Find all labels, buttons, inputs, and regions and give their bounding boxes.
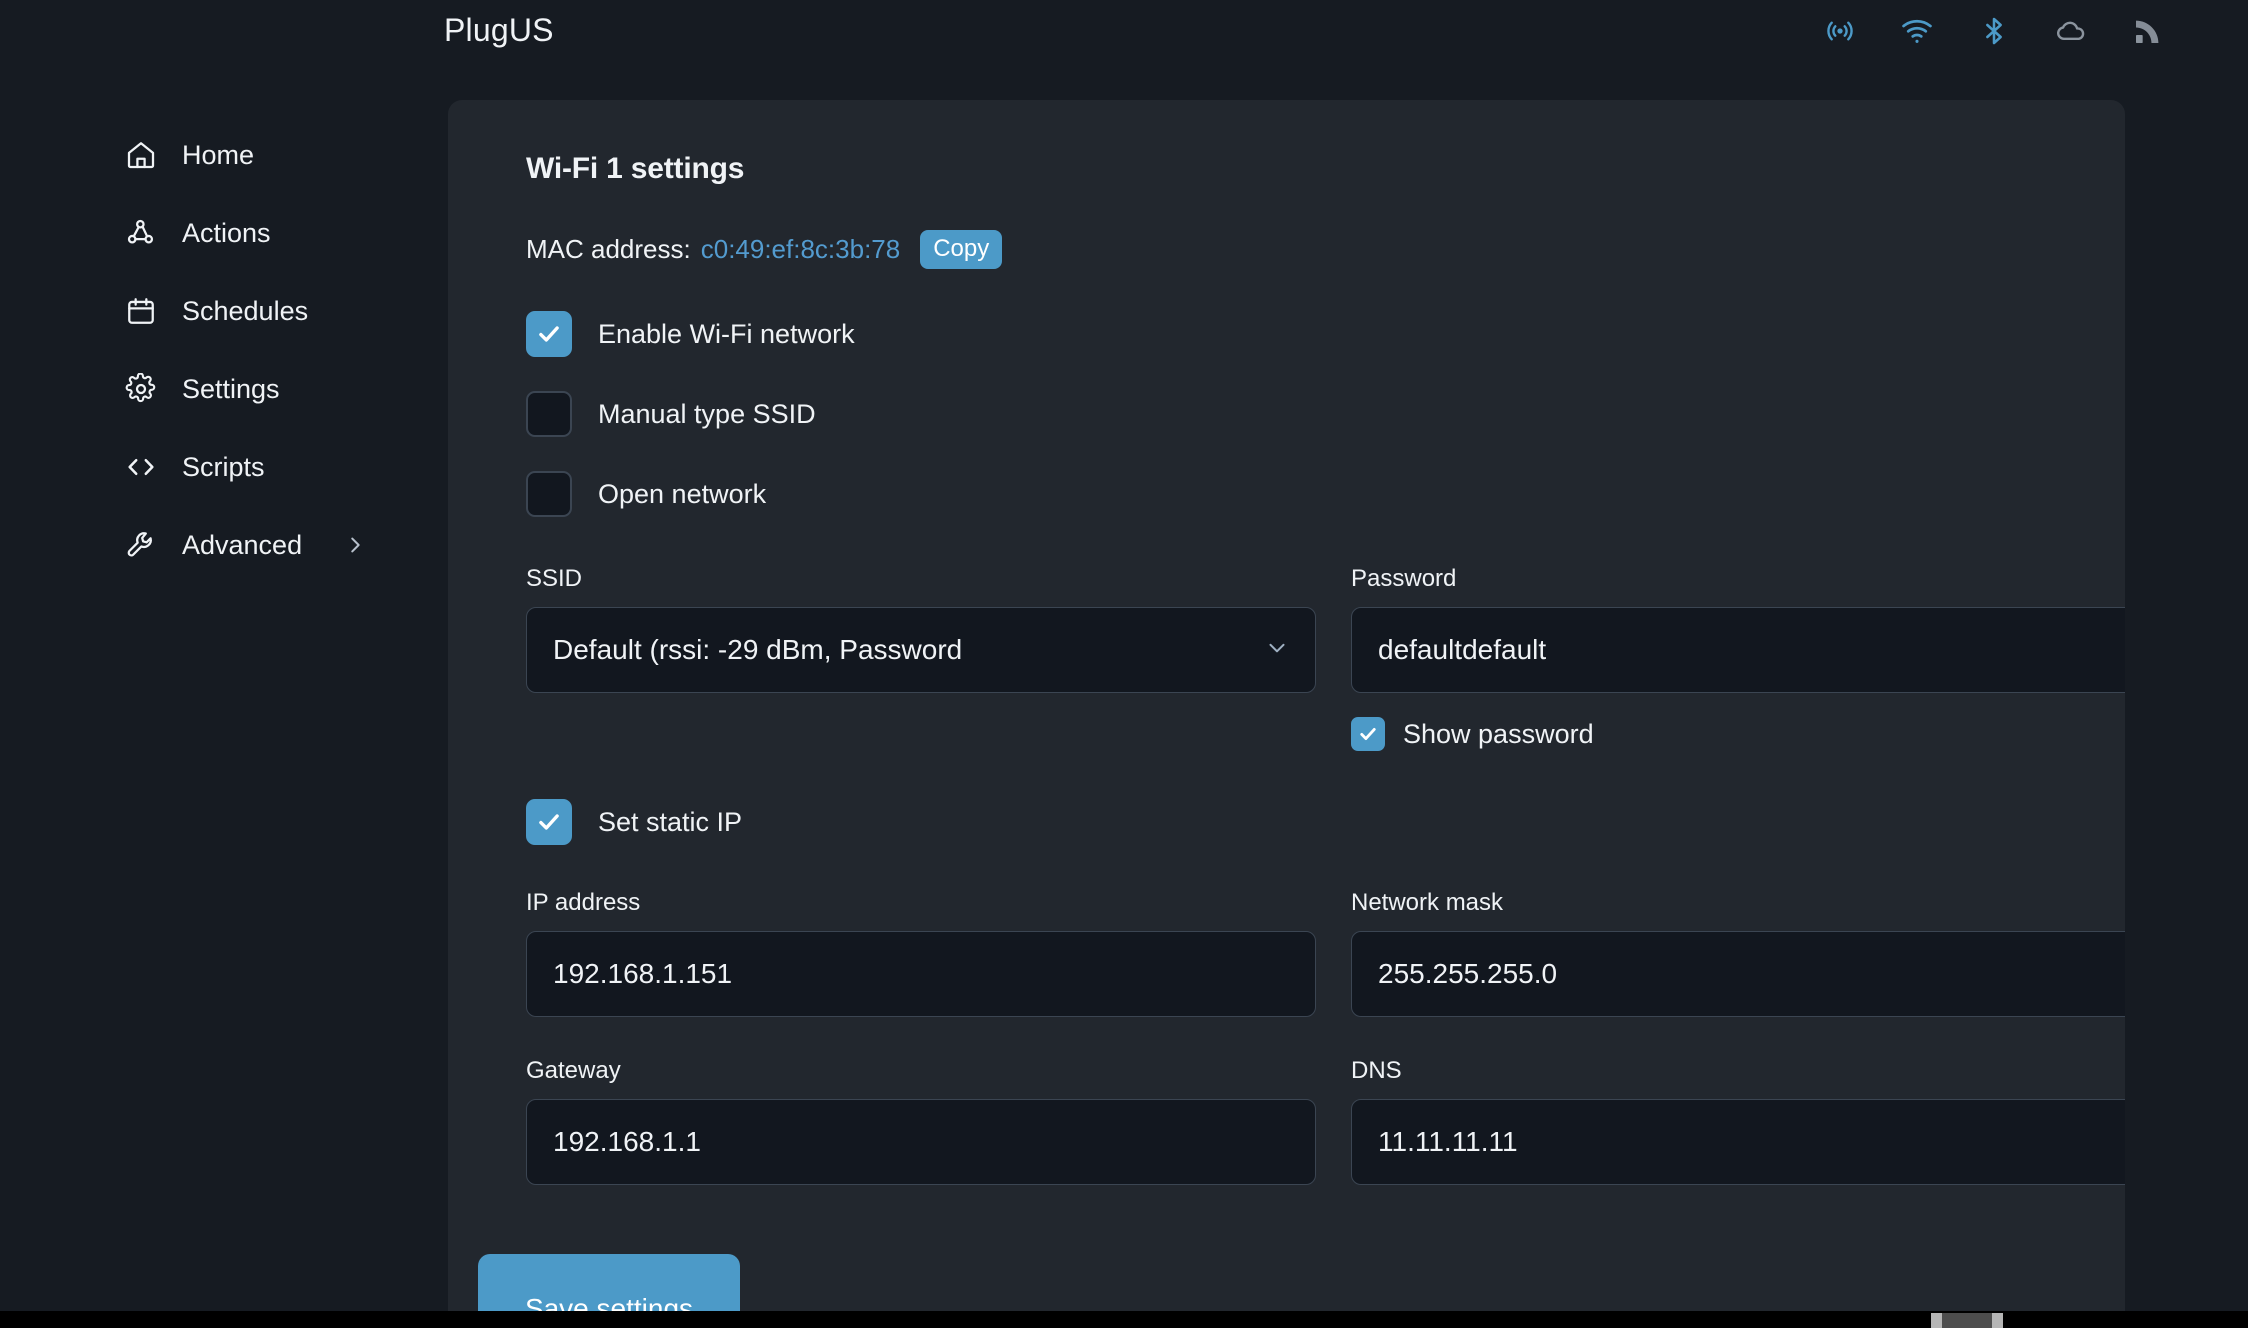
open-network-checkbox[interactable] <box>526 471 572 518</box>
manual-ssid-checkbox[interactable] <box>526 391 572 438</box>
dns-field-group: DNS <box>1351 1057 2125 1186</box>
ip-address-label: IP address <box>526 889 641 917</box>
app-root: PlugUS Home Actions Schedules Settings S… <box>0 0 2248 1328</box>
gateway-field-group: Gateway <box>526 1057 1316 1186</box>
copy-button[interactable]: Copy <box>920 230 1003 270</box>
app-title: PlugUS <box>444 12 554 48</box>
ssid-field-group: SSID Default (rssi: -29 dBm, Password <box>526 565 1316 751</box>
wifi-icon <box>1900 14 1934 53</box>
sidebar-item-label: Home <box>182 139 255 170</box>
actions-webhook-icon <box>124 216 158 250</box>
set-static-ip-checkbox[interactable] <box>526 799 572 846</box>
sidebar-item-schedules[interactable]: Schedules <box>0 272 448 350</box>
sidebar-item-label: Schedules <box>182 295 309 326</box>
rss-icon <box>2132 15 2164 52</box>
code-brackets-icon <box>124 450 158 484</box>
gateway-dns-grid: Gateway DNS <box>526 1057 2125 1186</box>
password-label: Password <box>1351 565 1457 593</box>
sidebar-item-home[interactable]: Home <box>0 116 448 194</box>
network-mask-input[interactable] <box>1351 931 2125 1018</box>
ip-grid: IP address Network mask <box>526 889 2125 1018</box>
sidebar-item-advanced[interactable]: Advanced <box>0 506 448 584</box>
ip-address-field-group: IP address <box>526 889 1316 1018</box>
mac-address-value: c0:49:ef:8c:3b:78 <box>700 234 901 265</box>
set-static-ip-label: Set static IP <box>598 806 743 837</box>
open-network-label: Open network <box>598 478 767 509</box>
dns-label: DNS <box>1351 1057 1402 1085</box>
chevron-right-icon <box>344 534 366 556</box>
enable-wifi-checkbox[interactable] <box>526 311 572 358</box>
network-mask-field-group: Network mask <box>1351 889 2125 1018</box>
open-network-checkbox-row[interactable]: Open network <box>526 471 2069 518</box>
show-password-label: Show password <box>1403 718 1594 749</box>
dns-input[interactable] <box>1351 1099 2125 1186</box>
ssid-select-wrapper[interactable]: Default (rssi: -29 dBm, Password <box>526 607 1316 694</box>
calendar-icon <box>124 294 158 328</box>
show-password-checkbox[interactable] <box>1351 717 1385 752</box>
ssid-select[interactable]: Default (rssi: -29 dBm, Password <box>526 607 1316 694</box>
bluetooth-icon <box>1978 15 2010 52</box>
home-icon <box>124 138 158 172</box>
sidebar-item-label: Settings <box>182 373 280 404</box>
sidebar-item-settings[interactable]: Settings <box>0 350 448 428</box>
network-mask-label: Network mask <box>1351 889 1504 917</box>
sidebar-item-label: Actions <box>182 217 271 248</box>
sidebar-item-label: Advanced <box>182 529 303 560</box>
enable-wifi-checkbox-row[interactable]: Enable Wi-Fi network <box>526 311 2069 358</box>
gateway-input[interactable] <box>526 1099 1316 1186</box>
sidebar-item-scripts[interactable]: Scripts <box>0 428 448 506</box>
page-title: Wi-Fi 1 settings <box>526 152 745 185</box>
broadcast-icon <box>1824 15 1856 52</box>
top-bar: PlugUS <box>0 0 2248 100</box>
show-password-checkbox-row[interactable]: Show password <box>1351 717 2125 752</box>
manual-ssid-checkbox-row[interactable]: Manual type SSID <box>526 391 2069 438</box>
status-icon-group <box>1824 14 2164 53</box>
ip-address-input[interactable] <box>526 931 1316 1018</box>
set-static-ip-checkbox-row[interactable]: Set static IP <box>526 799 2069 846</box>
password-field-group: Password Show password <box>1351 565 2125 752</box>
sidebar-item-actions[interactable]: Actions <box>0 194 448 272</box>
sidebar-item-label: Scripts <box>182 451 265 482</box>
horizontal-scrollbar-thumb[interactable] <box>1931 1313 2003 1328</box>
mac-address-row: MAC address: c0:49:ef:8c:3b:78 Copy <box>526 230 2069 270</box>
password-input[interactable] <box>1351 607 2125 694</box>
ssid-label: SSID <box>526 565 583 593</box>
bottom-bar <box>0 1311 2248 1328</box>
credentials-grid: SSID Default (rssi: -29 dBm, Password Pa… <box>526 565 2125 752</box>
manual-ssid-label: Manual type SSID <box>598 398 816 429</box>
enable-wifi-label: Enable Wi-Fi network <box>598 318 855 349</box>
mac-address-label: MAC address: <box>526 234 691 265</box>
sidebar: Home Actions Schedules Settings Scripts … <box>0 100 448 1311</box>
gateway-label: Gateway <box>526 1057 621 1085</box>
wrench-icon <box>124 528 158 562</box>
gear-icon <box>124 372 158 406</box>
wifi-settings-card: Wi-Fi 1 settings MAC address: c0:49:ef:8… <box>448 100 2125 1311</box>
cloud-icon <box>2054 14 2088 53</box>
